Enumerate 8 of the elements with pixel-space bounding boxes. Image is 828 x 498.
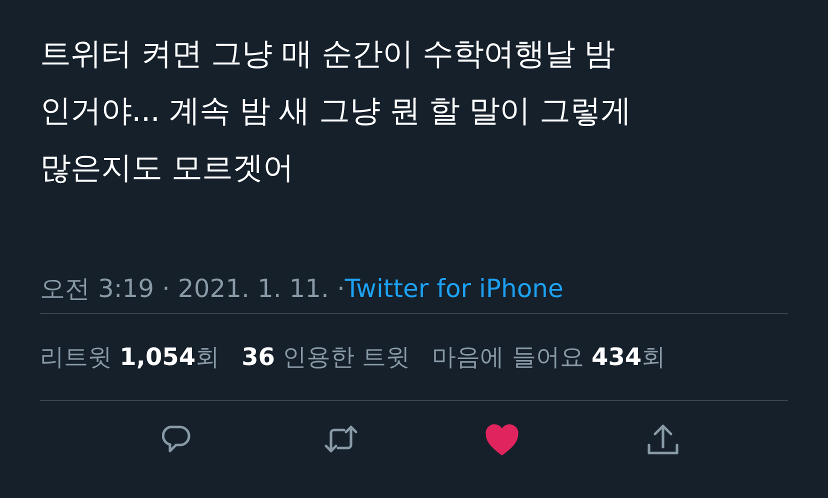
share-button[interactable] — [644, 423, 681, 457]
tweet-text: 트위터 켜면 그냥 매 순간이 수학여행날 밤 인거야... 계속 밤 새 그냥 뭔 할 말이 그렇게 많은지도 모르겟어 — [40, 35, 632, 188]
tweet-timestamp: 오전 3:19 · 2021. 1. 11. · — [40, 273, 345, 306]
retweet-count[interactable]: 리트윗 1,054회 — [40, 339, 220, 375]
quote-count[interactable]: 36 인용한 트윗 — [242, 339, 410, 375]
like-count[interactable]: 마음에 들어요 434회 — [432, 339, 666, 375]
source-link[interactable]: Twitter for iPhone — [344, 270, 564, 308]
heart-button[interactable] — [484, 423, 520, 457]
